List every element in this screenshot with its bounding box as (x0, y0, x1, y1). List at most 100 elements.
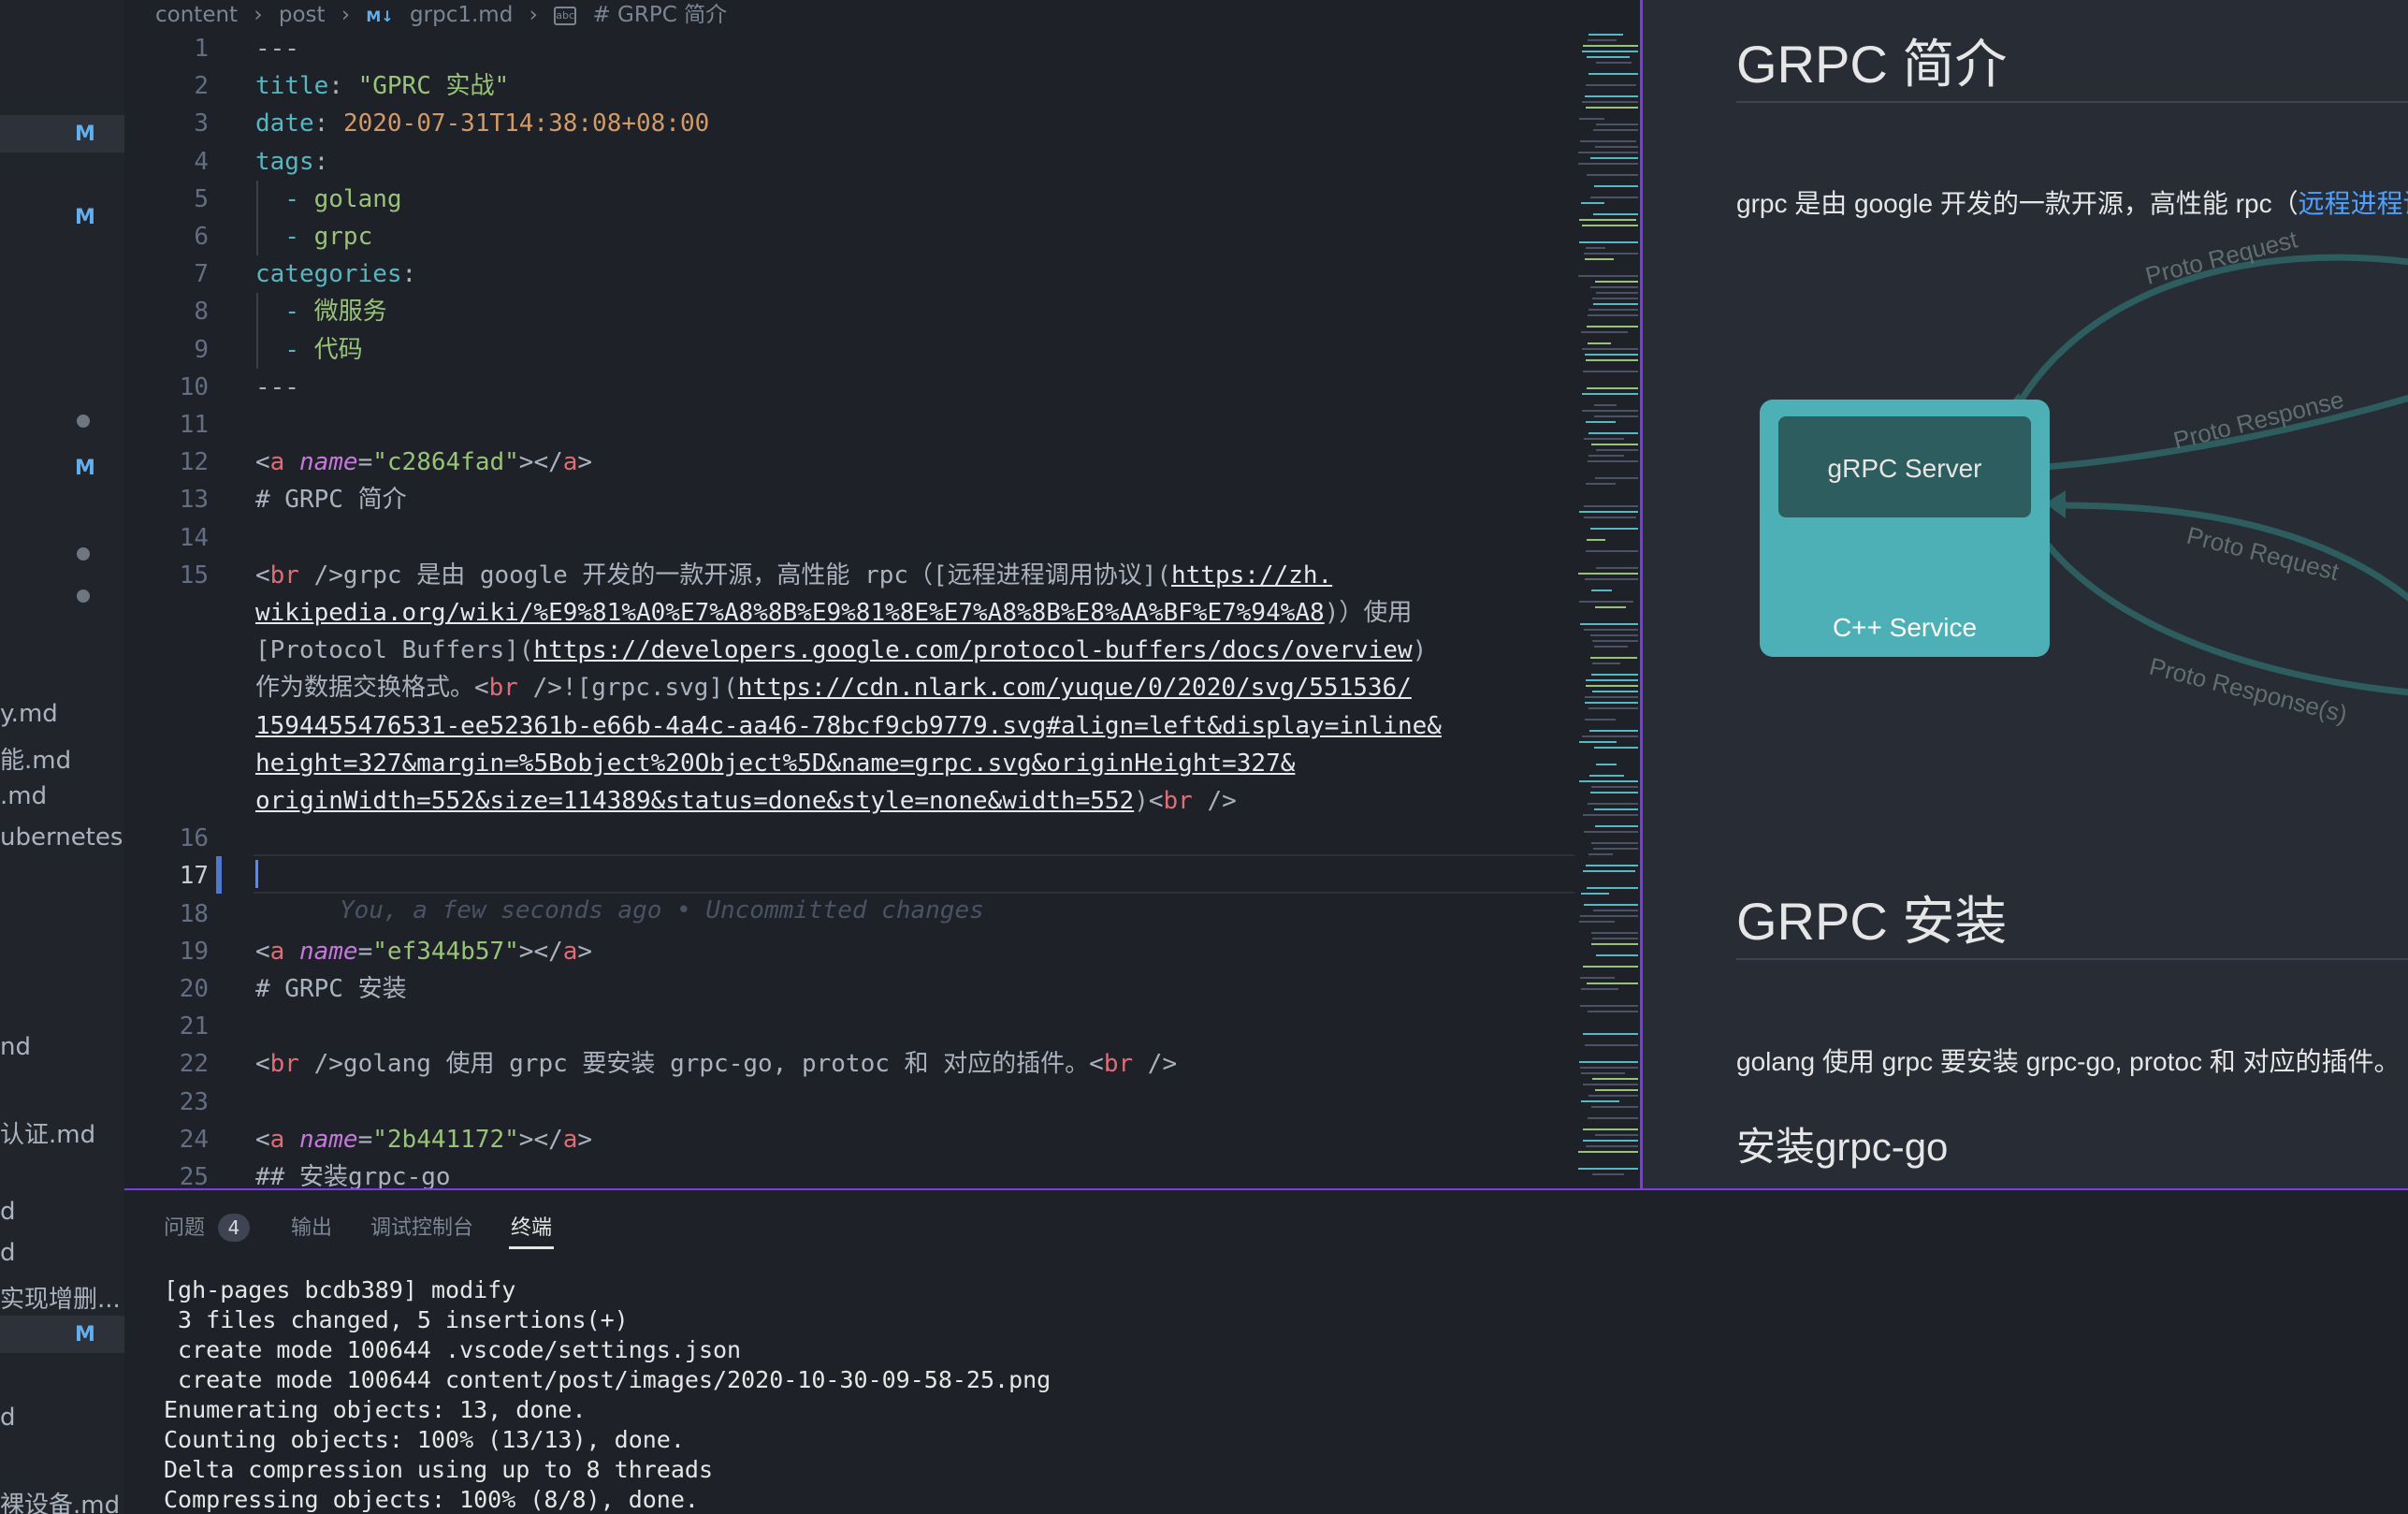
sidebar-file-label: 认证.md (0, 1121, 96, 1149)
code-line[interactable]: 9 - 代码 (124, 331, 1443, 369)
sidebar-file-item[interactable]: nd (0, 1027, 124, 1065)
code-line[interactable]: 12 <a name="c2864fad"></a> (124, 444, 1443, 481)
sidebar-file-item[interactable]: y.md (0, 694, 124, 732)
sidebar-file-item[interactable] (0, 535, 124, 573)
code-line[interactable]: 21 (124, 1008, 1443, 1045)
minimap-line (1592, 662, 1620, 664)
token[interactable]: https://developers.google.com/protocol-b… (533, 636, 1412, 664)
minimap-line (1579, 921, 1615, 923)
breadcrumb-symbol[interactable]: # GRPC 简介 (592, 3, 727, 27)
code-line[interactable]: 10 --- (124, 369, 1443, 406)
breadcrumb-folder-content[interactable]: content (155, 3, 238, 27)
tab-debug-console[interactable]: 调试控制台 (370, 1211, 473, 1241)
breadcrumb-file[interactable]: grpc1.md (410, 3, 513, 27)
code-line[interactable]: 作为数据交换格式。<br />![grpc.svg](https://cdn.n… (124, 669, 1443, 706)
sidebar-file-item[interactable]: 认证.md (0, 1110, 124, 1149)
code-line[interactable]: originWidth=552&size=114389&status=done&… (124, 782, 1443, 820)
code-line[interactable]: 24 <a name="2b441172"></a> (124, 1121, 1443, 1158)
code-content: - grpc (255, 218, 372, 255)
code-line[interactable]: 13 # GRPC 简介 (124, 481, 1443, 518)
sidebar-file-item[interactable]: M (0, 115, 124, 153)
sidebar-file-item[interactable]: M (0, 198, 124, 236)
minimap-line (1583, 1140, 1638, 1142)
markdown-icon: M↓ (366, 7, 394, 25)
minimap-line (1578, 275, 1638, 277)
terminal-line: [gh-pages bcdb389] modify (164, 1276, 516, 1303)
minimap-line (1586, 421, 1616, 423)
sidebar-file-item[interactable]: 能.md (0, 735, 124, 775)
minimap-line (1592, 938, 1638, 939)
code-line[interactable]: 25 ## 安装grpc-go (124, 1158, 1443, 1188)
code-line[interactable]: 19 <a name="ef344b57"></a> (124, 933, 1443, 970)
minimap-line (1588, 309, 1638, 311)
minimap-line (1583, 1033, 1638, 1035)
sidebar-file-item[interactable]: 实现增删... (0, 1274, 124, 1314)
code-line[interactable]: 14 (124, 519, 1443, 557)
code-line[interactable]: 5 - golang (124, 181, 1443, 218)
minimap-line (1587, 983, 1638, 984)
sidebar-file-item[interactable]: d (0, 1398, 124, 1435)
code-line[interactable]: 1 --- (124, 30, 1443, 67)
code-line[interactable]: wikipedia.org/wiki/%E9%81%A0%E7%A8%8B%E9… (124, 594, 1443, 632)
code-line[interactable]: 16 (124, 820, 1443, 857)
sidebar-file-item[interactable] (0, 402, 124, 440)
code-line[interactable]: height=327&margin=%5Bobject%20Object%5D&… (124, 745, 1443, 782)
sidebar-file-item[interactable]: d (0, 1192, 124, 1230)
minimap-line (1579, 1061, 1638, 1063)
minimap-line (1591, 786, 1638, 788)
minimap-line (1585, 1044, 1638, 1046)
minimap-line (1592, 298, 1638, 299)
code-editor[interactable]: content › post › M↓ grpc1.md › abc # GRP… (124, 0, 1638, 1188)
breadcrumb-separator: › (254, 3, 263, 27)
code-line[interactable]: [Protocol Buffers](https://developers.go… (124, 632, 1443, 669)
minimap-line (1591, 590, 1612, 591)
token[interactable]: https://cdn.nlark.com/yuque/0/2020/svg/5… (738, 674, 1412, 702)
breadcrumb-folder-post[interactable]: post (279, 3, 326, 27)
token: tags (255, 147, 314, 176)
token[interactable]: https://zh. (1171, 561, 1332, 590)
code-content: ## 安装grpc-go (255, 1158, 451, 1188)
code-line[interactable]: 4 tags: (124, 143, 1443, 181)
code-line[interactable]: 1594455476531-ee52361b-e66b-4a4c-aa46-78… (124, 707, 1443, 745)
token[interactable]: 1594455476531-ee52361b-e66b-4a4c-aa46-78… (255, 712, 1442, 740)
code-line[interactable]: 7 categories: (124, 255, 1443, 293)
code-content: categories: (255, 255, 416, 293)
code-line[interactable]: 22 <br />golang 使用 grpc 要安装 grpc-go, prot… (124, 1045, 1443, 1083)
git-modified-badge: M (75, 206, 95, 229)
minimap-line (1586, 685, 1638, 687)
tab-terminal[interactable]: 终端 (511, 1211, 552, 1241)
code-line[interactable]: 2 title: "GPRC 实战" (124, 67, 1443, 105)
cpp-service-label: C++ Service (1833, 613, 1977, 642)
minimap-line (1593, 303, 1638, 305)
minimap-line (1581, 893, 1609, 895)
sidebar-file-item[interactable]: ubernetes... (0, 818, 124, 855)
preview-install-paragraph: golang 使用 grpc 要安装 grpc-go, protoc 和 对应的… (1736, 1047, 2401, 1076)
sidebar-file-item[interactable]: 裸设备.md (0, 1480, 124, 1514)
minimap[interactable] (1574, 28, 1638, 1188)
code-line[interactable]: 3 date: 2020-07-31T14:38:08+08:00 (124, 105, 1443, 142)
token[interactable]: height=327&margin=%5Bobject%20Object%5D&… (255, 750, 1295, 778)
minimap-line (1594, 747, 1638, 749)
tab-output[interactable]: 输出 (291, 1211, 332, 1241)
sidebar-file-item[interactable]: .md (0, 777, 124, 814)
minimap-line (1586, 865, 1638, 866)
code-line[interactable]: 23 (124, 1084, 1443, 1121)
token: grpc (313, 223, 373, 251)
code-line[interactable]: 8 - 微服务 (124, 293, 1443, 330)
sidebar-file-item[interactable] (0, 577, 124, 615)
token[interactable]: wikipedia.org/wiki/%E9%81%A0%E7%A8%8B%E9… (255, 599, 1325, 627)
code-line[interactable]: 6 - grpc (124, 218, 1443, 255)
minimap-line (1586, 84, 1636, 86)
code-content: - 代码 (255, 331, 362, 369)
sidebar-file-item[interactable]: M (0, 1316, 124, 1353)
code-content: tags: (255, 143, 328, 181)
token[interactable]: originWidth=552&size=114389&status=done&… (255, 787, 1134, 815)
sidebar-file-item[interactable]: M (0, 449, 124, 487)
sidebar-file-item[interactable]: d (0, 1233, 124, 1271)
code-line[interactable]: 15 <br />grpc 是由 google 开发的一款开源，高性能 rpc（[… (124, 557, 1443, 594)
code-line[interactable]: 11 (124, 406, 1443, 444)
code-line[interactable]: 20 # GRPC 安装 (124, 970, 1443, 1008)
tab-problems[interactable]: 问题 4 (164, 1211, 251, 1242)
minimap-line (1588, 853, 1613, 855)
